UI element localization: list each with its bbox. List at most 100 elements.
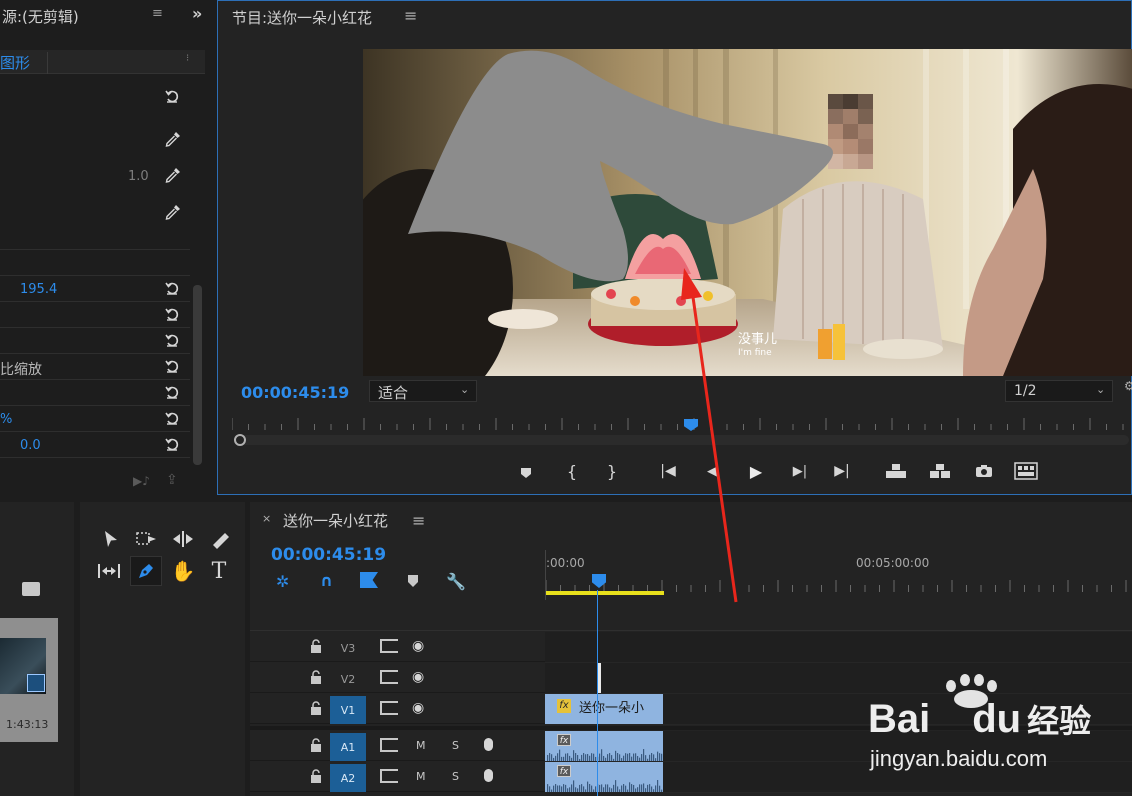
eye-icon[interactable]: ◉: [412, 700, 424, 716]
step-back-icon[interactable]: ◀: [700, 461, 724, 481]
selection-tool-icon[interactable]: [98, 526, 124, 552]
prop-value[interactable]: 0.0: [20, 438, 41, 453]
step-forward-icon[interactable]: ▶|: [788, 461, 812, 481]
track-name[interactable]: V3: [330, 634, 366, 662]
reset-icon[interactable]: [164, 384, 180, 400]
track-name[interactable]: A1: [330, 733, 366, 761]
camera-icon[interactable]: [972, 461, 996, 481]
waveform-bar: [627, 789, 629, 792]
zoom-bar[interactable]: [234, 434, 1129, 446]
eyedropper-icon[interactable]: [164, 166, 182, 184]
reset-icon[interactable]: [164, 332, 180, 348]
eye-icon[interactable]: ◉: [412, 669, 424, 685]
scrub-ruler[interactable]: [231, 414, 1132, 436]
timeline-title[interactable]: 送你一朵小红花: [283, 510, 388, 531]
sync-lock-icon[interactable]: [380, 738, 398, 752]
prop-value[interactable]: %: [0, 412, 12, 427]
eyedropper-icon[interactable]: [164, 130, 182, 148]
tab-handle-icon[interactable]: ⁝: [186, 53, 189, 64]
type-tool-icon[interactable]: T: [206, 558, 232, 584]
expand-panels-icon[interactable]: »: [192, 4, 202, 23]
zoom-handle[interactable]: [234, 434, 246, 446]
video-clip[interactable]: fx 送你一朵小: [545, 694, 663, 724]
wrench-icon[interactable]: 🔧: [446, 572, 466, 591]
pen-tool-icon[interactable]: [130, 556, 162, 586]
lock-icon[interactable]: [310, 701, 322, 715]
reset-icon[interactable]: [164, 436, 180, 452]
reset-icon[interactable]: [164, 410, 180, 426]
resolution-select[interactable]: 1/2 ⌄: [1005, 380, 1113, 402]
prop-value[interactable]: 1.0: [128, 169, 149, 184]
clip-thumbnail[interactable]: 1:43:13: [0, 618, 58, 742]
reset-icon[interactable]: [164, 280, 180, 296]
time-ruler[interactable]: :00:00 00:05:00:00: [545, 550, 1132, 600]
mark-in-icon[interactable]: {: [560, 461, 584, 481]
lift-icon[interactable]: [884, 461, 908, 481]
sync-lock-icon[interactable]: [380, 701, 398, 715]
marker-icon[interactable]: [408, 575, 418, 591]
panel-menu-icon[interactable]: ≡: [412, 511, 425, 530]
snap-icon[interactable]: ✲: [276, 572, 289, 591]
track-lane-v3[interactable]: [545, 632, 1132, 663]
track-select-tool-icon[interactable]: [134, 526, 160, 552]
reset-icon[interactable]: [164, 358, 180, 374]
go-to-out-icon[interactable]: ▶|: [830, 461, 854, 481]
slip-tool-icon[interactable]: [96, 558, 122, 584]
hand-tool-icon[interactable]: ✋: [170, 558, 196, 584]
extract-icon[interactable]: [928, 461, 952, 481]
settings-icon[interactable]: ⚙: [1124, 379, 1132, 393]
lock-icon[interactable]: [310, 738, 322, 752]
audio-clip[interactable]: fx: [545, 762, 663, 792]
microphone-icon[interactable]: [484, 769, 493, 782]
eye-icon[interactable]: ◉: [412, 638, 424, 654]
play-audio-icon[interactable]: ▶♪: [133, 474, 150, 488]
sync-lock-icon[interactable]: [380, 769, 398, 783]
linked-selection-icon[interactable]: ∩: [320, 571, 333, 590]
mute-button[interactable]: M: [416, 739, 426, 752]
play-icon[interactable]: ▶: [744, 461, 768, 481]
program-monitor-title[interactable]: 节目:送你一朵小红花: [232, 7, 372, 28]
source-panel-title[interactable]: 源:(无剪辑): [2, 6, 79, 27]
waveform-bar: [615, 750, 617, 761]
ripple-edit-tool-icon[interactable]: [170, 526, 196, 552]
waveform-bar: [633, 784, 635, 792]
microphone-icon[interactable]: [484, 738, 493, 751]
prop-value[interactable]: 195.4: [20, 282, 57, 297]
close-icon[interactable]: ×: [262, 512, 271, 525]
panel-menu-icon[interactable]: ≡: [152, 6, 163, 21]
solo-button[interactable]: S: [452, 739, 459, 752]
lock-icon[interactable]: [310, 639, 322, 653]
lock-icon[interactable]: [310, 670, 322, 684]
reset-icon[interactable]: [164, 306, 180, 322]
panel-menu-icon[interactable]: ≡: [404, 6, 417, 25]
sync-lock-icon[interactable]: [380, 639, 398, 653]
reset-icon[interactable]: [164, 88, 180, 104]
waveform-bar: [607, 754, 609, 761]
audio-clip[interactable]: fx: [545, 731, 663, 761]
search-bin-icon[interactable]: [22, 582, 40, 596]
work-area-bar[interactable]: [546, 591, 664, 595]
waveform-bar: [559, 785, 561, 792]
export-icon[interactable]: ⇪: [166, 472, 178, 488]
add-marker-icon[interactable]: [514, 463, 538, 483]
eyedropper-icon[interactable]: [164, 203, 182, 221]
playhead-line: [597, 590, 598, 796]
mute-button[interactable]: M: [416, 770, 426, 783]
program-timecode[interactable]: 00:00:45:19: [241, 383, 349, 402]
track-name[interactable]: V1: [330, 696, 366, 724]
razor-tool-icon[interactable]: [206, 526, 232, 552]
track-name[interactable]: A2: [330, 764, 366, 792]
timeline-timecode[interactable]: 00:00:45:19: [271, 545, 386, 565]
scrollbar[interactable]: [193, 285, 202, 465]
button-editor-icon[interactable]: [1014, 461, 1038, 481]
lock-icon[interactable]: [310, 769, 322, 783]
go-to-in-icon[interactable]: |◀: [656, 461, 680, 481]
sync-lock-icon[interactable]: [380, 670, 398, 684]
solo-button[interactable]: S: [452, 770, 459, 783]
tab-graphics[interactable]: 图形: [0, 52, 48, 74]
fit-select[interactable]: 适合 ⌄: [369, 380, 477, 402]
mark-out-icon[interactable]: }: [600, 461, 624, 481]
add-marker-icon[interactable]: [360, 572, 378, 588]
waveform-bar: [565, 753, 567, 761]
track-name[interactable]: V2: [330, 665, 366, 693]
